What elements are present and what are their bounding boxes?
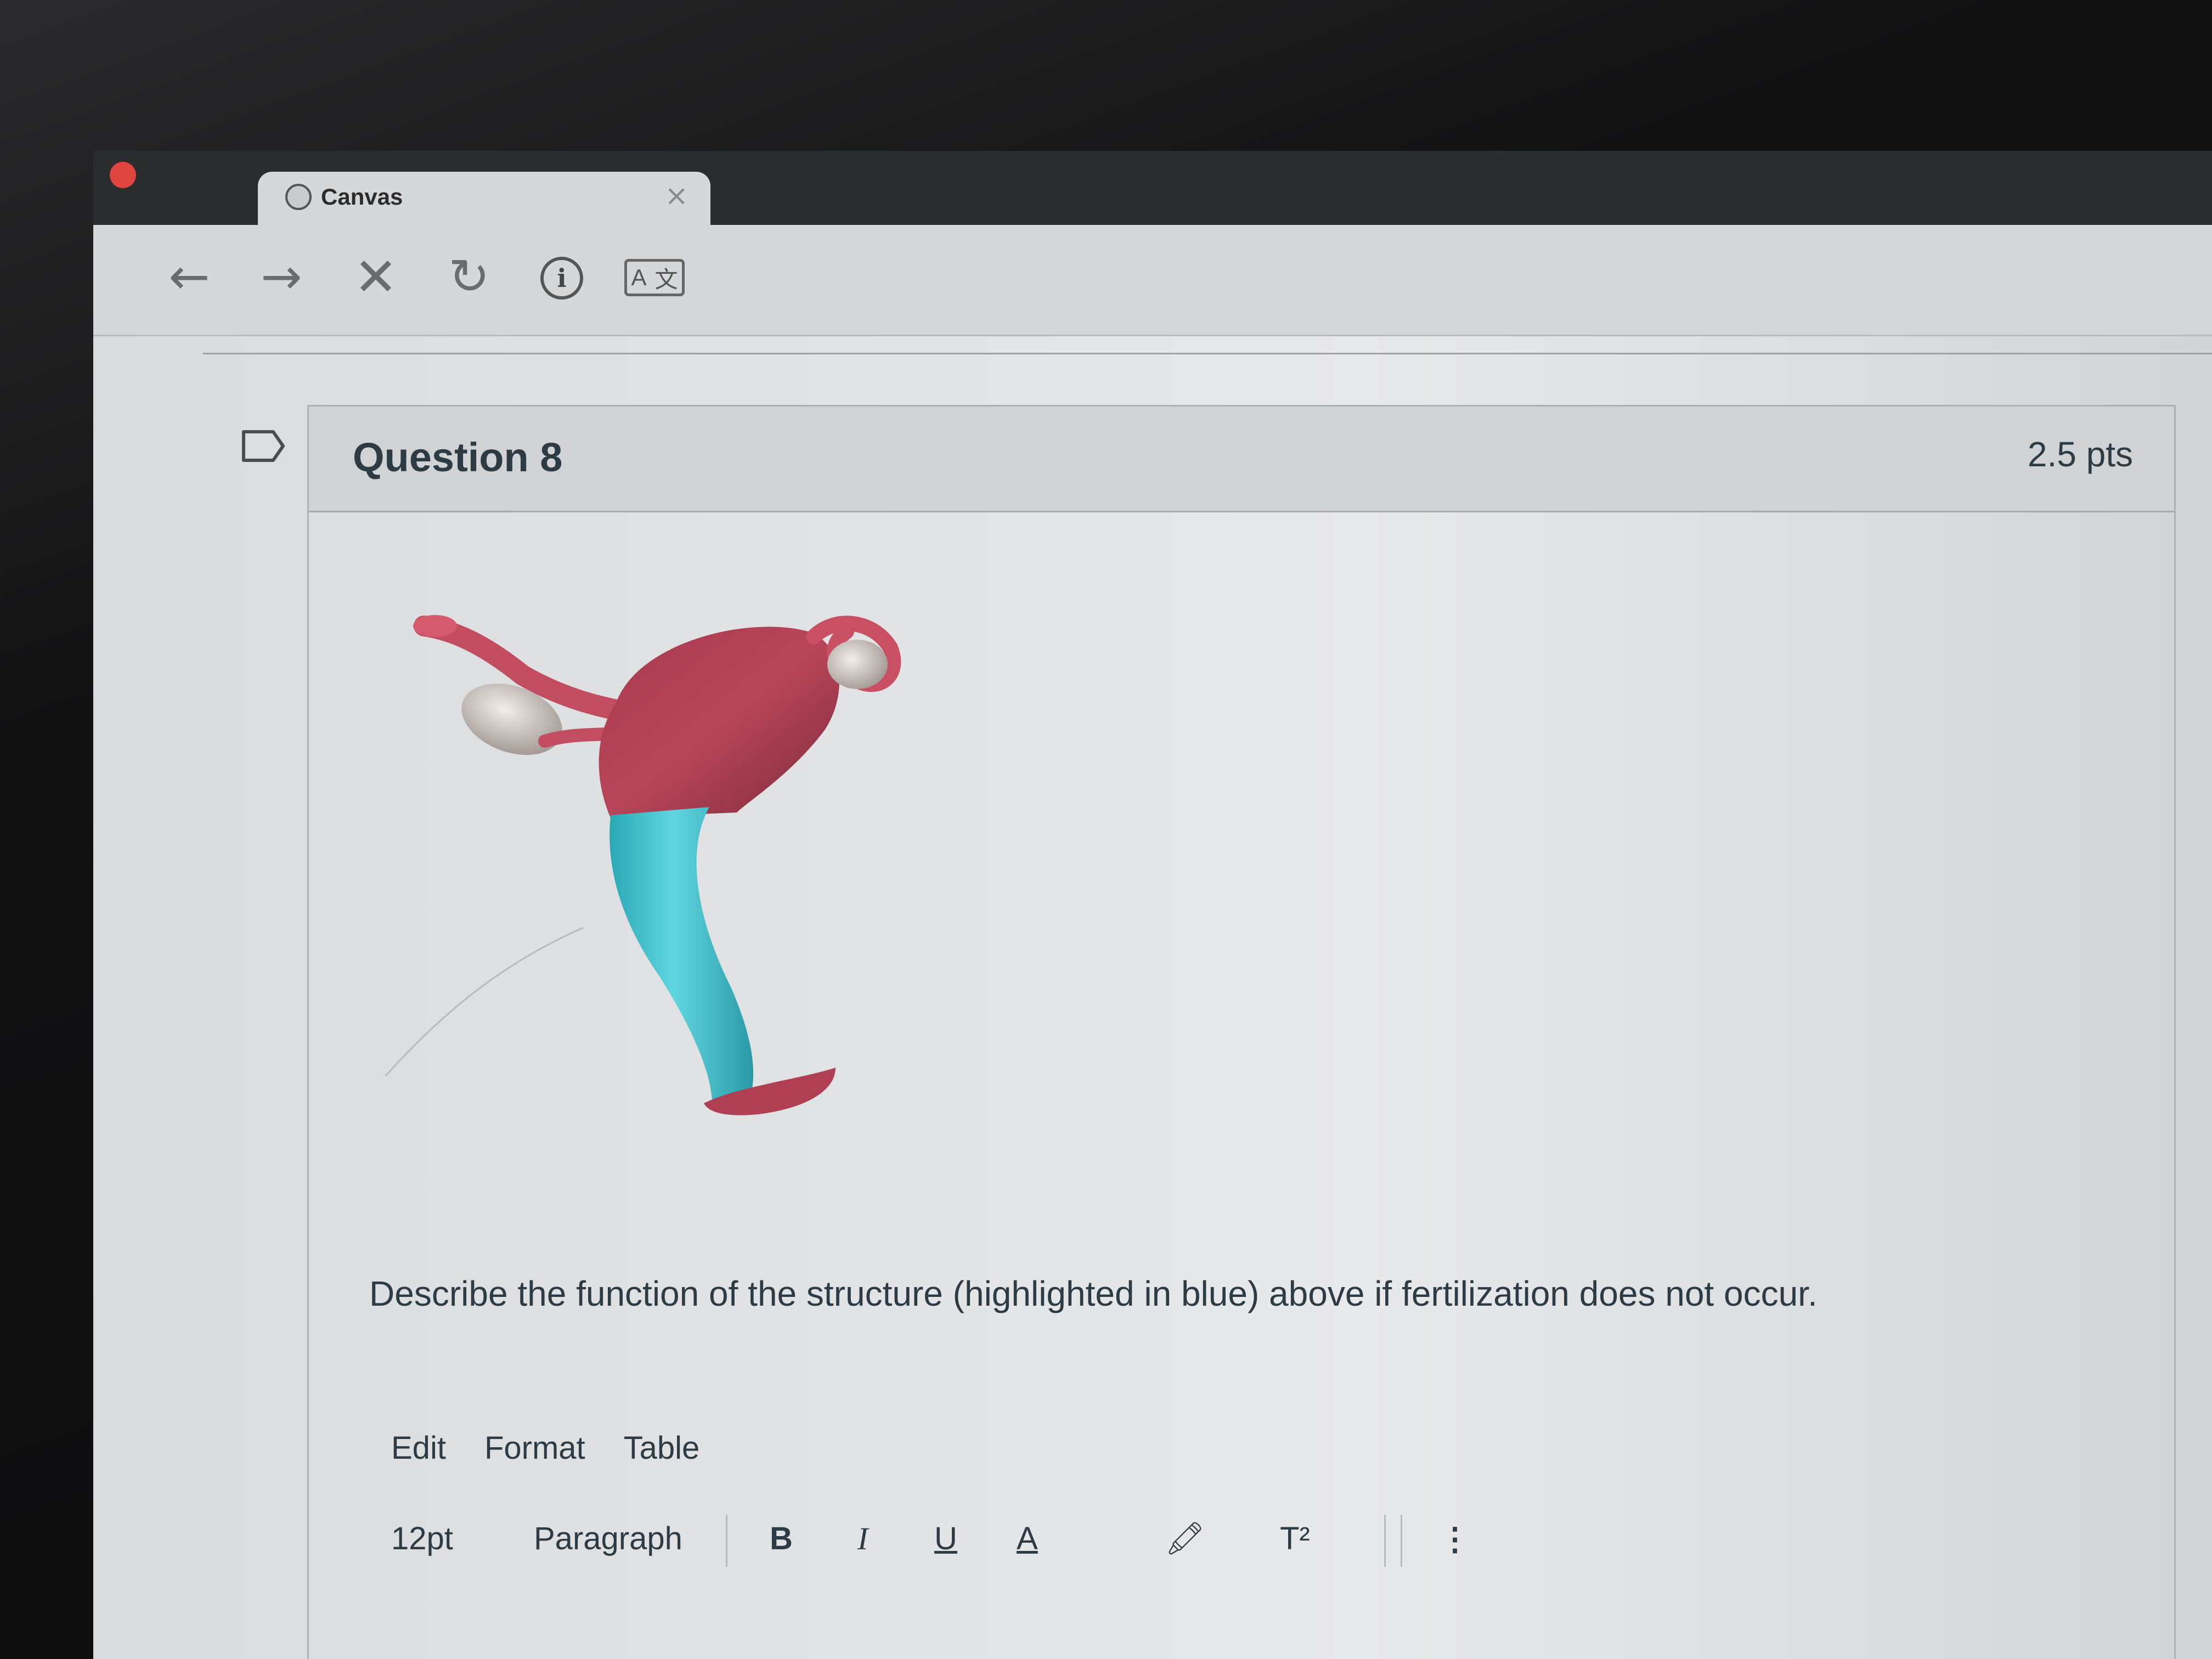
back-icon[interactable]: ← — [159, 247, 219, 307]
editor-toolbar: 12pt Paragraph B I U A 🖍 T² ⋮ — [391, 1515, 2147, 1575]
tab-strip: Canvas × — [93, 151, 2212, 225]
globe-icon — [285, 184, 312, 210]
toolbar-separator — [1384, 1515, 1386, 1567]
question-title: Question 8 — [353, 435, 563, 480]
menu-format[interactable]: Format — [484, 1430, 585, 1466]
reload-icon[interactable]: ↻ — [439, 247, 499, 307]
tab-title: Canvas — [321, 184, 403, 210]
uterus-diagram-image — [385, 615, 901, 1115]
close-window-button[interactable] — [110, 162, 136, 188]
question-header: Question 8 2.5 pts — [309, 407, 2174, 512]
page-content: Question 8 2.5 pts Describe the function… — [93, 336, 2212, 1659]
underline-button[interactable]: U — [934, 1520, 957, 1557]
question-prompt: Describe the function of the structure (… — [369, 1274, 1818, 1313]
forward-icon[interactable]: → — [251, 247, 312, 307]
toolbar-separator — [726, 1515, 727, 1567]
translate-b: 文 — [654, 266, 678, 292]
more-options-icon[interactable]: ⋮ — [1439, 1520, 1471, 1558]
highlight-color-button[interactable]: 🖍 — [1165, 1520, 1205, 1558]
italic-button[interactable]: I — [857, 1520, 868, 1557]
translate-a: A — [631, 264, 647, 290]
info-icon[interactable]: i — [540, 257, 583, 300]
superscript-button[interactable]: T² — [1280, 1520, 1310, 1557]
flag-question-icon[interactable] — [241, 430, 285, 462]
translate-icon[interactable]: A 文 — [624, 259, 685, 296]
menu-table[interactable]: Table — [624, 1430, 700, 1466]
screen: Canvas × ← → ✕ ↻ i A 文 Question 8 2.5 pt… — [93, 151, 2212, 1659]
browser-toolbar: ← → ✕ ↻ i A 文 — [93, 225, 2212, 336]
tab-close-icon[interactable]: × — [664, 179, 689, 212]
bold-button[interactable]: B — [770, 1520, 793, 1557]
browser-tab[interactable]: Canvas × — [258, 172, 710, 225]
menu-edit[interactable]: Edit — [391, 1430, 446, 1466]
divider — [203, 353, 2212, 354]
editor-menubar: Edit Format Table — [391, 1430, 699, 1466]
stop-icon[interactable]: ✕ — [346, 247, 406, 307]
font-size-select[interactable]: 12pt — [391, 1520, 453, 1557]
text-color-button[interactable]: A — [1017, 1520, 1038, 1557]
question-points: 2.5 pts — [2027, 435, 2133, 474]
block-format-select[interactable]: Paragraph — [534, 1520, 682, 1557]
toolbar-separator — [1401, 1515, 1402, 1567]
question-card: Question 8 2.5 pts Describe the function… — [307, 405, 2176, 1659]
